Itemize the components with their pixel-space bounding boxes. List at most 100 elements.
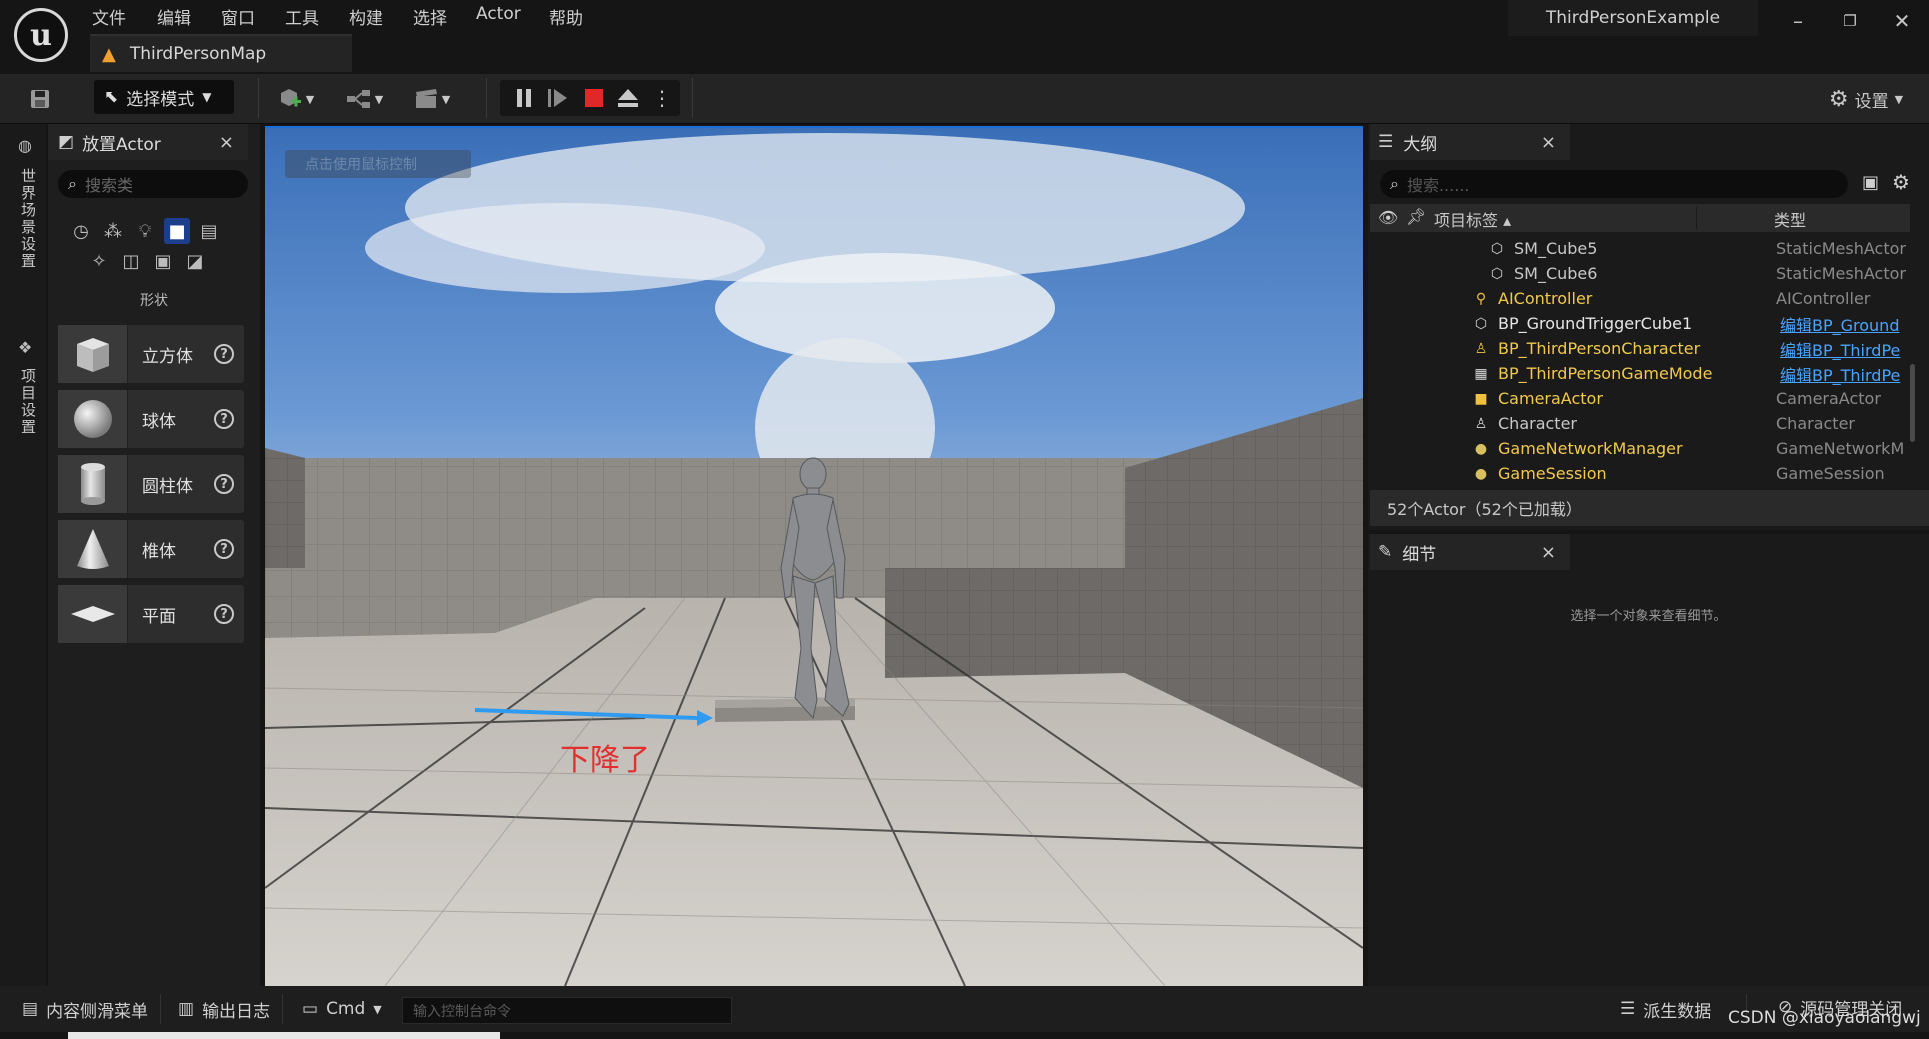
geometry-icon[interactable]: ◪ — [182, 248, 208, 274]
outliner-tab[interactable]: ☰ 大纲 × — [1370, 124, 1570, 160]
help-icon[interactable]: ? — [214, 474, 234, 494]
row-name: CameraActor — [1498, 389, 1603, 408]
outliner-row[interactable]: ● GameSession GameSession — [1370, 461, 1910, 486]
edit-blueprint-link[interactable]: 编辑BP_Ground — [1780, 312, 1899, 336]
outliner-row[interactable]: ♙ BP_ThirdPersonCharacter 编辑BP_ThirdPe — [1370, 336, 1910, 361]
add-actor-button[interactable]: ▼ — [272, 82, 320, 116]
add-folder-icon[interactable]: ▣ — [1862, 172, 1879, 193]
annotation-text: 下降了 — [560, 743, 650, 778]
label-column-header[interactable]: 项目标签 ▴ — [1434, 207, 1511, 231]
world-settings-tab[interactable]: 世界场景设置 — [18, 168, 39, 270]
visual-effects-icon[interactable]: ✧ — [86, 248, 112, 274]
content-drawer-button[interactable]: ▤ 内容侧滑菜单 — [22, 992, 148, 1026]
pencil-icon: ✎ — [1378, 542, 1393, 562]
volumes-icon[interactable]: ◫ — [118, 248, 144, 274]
lights-icon[interactable]: 💡︎ — [132, 218, 158, 244]
cinematics-button[interactable]: ▼ — [408, 82, 456, 116]
pause-icon[interactable] — [510, 84, 538, 112]
menu-build[interactable]: 构建 — [349, 4, 383, 29]
status-divider — [282, 994, 283, 1024]
level-viewport[interactable] — [265, 126, 1363, 986]
stop-icon[interactable] — [580, 84, 608, 112]
outliner-search-placeholder: 搜索...... — [1406, 176, 1470, 195]
menu-select[interactable]: 选择 — [413, 4, 447, 29]
row-name: BP_GroundTriggerCube1 — [1498, 314, 1693, 333]
close-window-icon[interactable]: ✕ — [1884, 6, 1920, 36]
outliner-row[interactable]: ● GameNetworkManager GameNetworkM — [1370, 436, 1910, 461]
outliner-scrollbar[interactable] — [1910, 364, 1915, 442]
shape-item-cone[interactable]: 椎体 ? — [58, 520, 244, 578]
gamemode-icon: ▦ — [1474, 365, 1488, 382]
details-panel — [1368, 534, 1929, 986]
outliner-row[interactable]: ⬡ SM_Cube5 StaticMeshActor — [1370, 236, 1910, 261]
eject-icon[interactable] — [614, 84, 642, 112]
map-tab[interactable]: ▲ ThirdPersonMap — [90, 34, 352, 72]
edit-blueprint-link[interactable]: 编辑BP_ThirdPe — [1780, 362, 1900, 386]
place-actor-tab[interactable]: ◩ 放置Actor × — [48, 124, 248, 160]
controller-icon: ⚲ — [1475, 290, 1487, 307]
shape-item-sphere[interactable]: 球体 ? — [58, 390, 244, 448]
shape-label: 椎体 — [142, 541, 176, 562]
help-icon[interactable]: ? — [214, 344, 234, 364]
warning-icon: ▲ — [102, 43, 116, 65]
select-mode-dropdown[interactable]: ⬉ 选择模式 ▼ — [94, 80, 234, 114]
close-icon[interactable]: × — [1541, 542, 1556, 563]
outliner-row[interactable]: ⬡ SM_Cube6 StaticMeshActor — [1370, 261, 1910, 286]
outliner-row[interactable]: ▦ BP_ThirdPersonGameMode 编辑BP_ThirdPe — [1370, 361, 1910, 386]
menu-edit[interactable]: 编辑 — [157, 4, 191, 29]
pin-icon[interactable]: 📌︎ — [1406, 207, 1426, 226]
minimize-icon[interactable]: – — [1780, 6, 1816, 36]
mesh-icon: ⬡ — [1490, 265, 1504, 282]
blueprint-button[interactable]: ▼ — [340, 82, 388, 116]
derived-data-button[interactable]: ☰ 派生数据 — [1620, 992, 1711, 1026]
shape-item-plane[interactable]: 平面 ? — [58, 585, 244, 643]
menu-file[interactable]: 文件 — [92, 4, 126, 29]
outliner-row[interactable]: ⚲ AIController AIController — [1370, 286, 1910, 311]
step-forward-icon[interactable] — [544, 84, 572, 112]
menu-window[interactable]: 窗口 — [221, 4, 255, 29]
row-type: StaticMeshActor — [1776, 239, 1906, 258]
close-icon[interactable]: × — [1541, 132, 1556, 153]
recent-icon[interactable]: ◷ — [68, 218, 94, 244]
menu-tools[interactable]: 工具 — [285, 4, 319, 29]
outliner-row[interactable]: ⬡ BP_GroundTriggerCube1 编辑BP_Ground — [1370, 311, 1910, 336]
select-mode-icon: ⬉ — [104, 87, 119, 107]
console-command-input[interactable]: 输入控制台命令 — [402, 997, 732, 1024]
help-icon[interactable]: ? — [214, 409, 234, 429]
cmd-dropdown[interactable]: ▭ Cmd ▼ — [302, 992, 382, 1026]
restore-icon[interactable]: ❐ — [1832, 6, 1868, 36]
outliner-row[interactable]: ♙ Character Character — [1370, 411, 1910, 436]
output-log-button[interactable]: ▥ 输出日志 — [178, 992, 270, 1026]
settings-button[interactable]: ⚙ 设置 ▼ — [1818, 82, 1914, 116]
row-name: Character — [1498, 414, 1577, 433]
menu-help[interactable]: 帮助 — [549, 4, 583, 29]
content-drawer-icon: ▤ — [22, 999, 39, 1019]
gear-icon[interactable]: ⚙ — [1892, 170, 1910, 194]
shape-item-cube[interactable]: 立方体 ? — [58, 325, 244, 383]
details-tab[interactable]: ✎ 细节 × — [1370, 534, 1570, 570]
shapes-icon[interactable]: ■ — [164, 218, 190, 244]
outliner-search-input[interactable]: ⌕ 搜索...... — [1380, 170, 1848, 198]
basic-icon[interactable]: ⁂ — [100, 218, 126, 244]
save-icon[interactable] — [24, 82, 56, 116]
plane-icon — [58, 585, 128, 643]
unreal-logo-icon[interactable]: u — [14, 8, 68, 62]
edit-blueprint-link[interactable]: 编辑BP_ThirdPe — [1780, 337, 1900, 361]
help-icon[interactable]: ? — [214, 539, 234, 559]
type-column-header[interactable]: 类型 — [1774, 207, 1806, 231]
outliner-row[interactable]: ■ CameraActor CameraActor — [1370, 386, 1910, 411]
row-name: GameNetworkManager — [1498, 439, 1683, 458]
mesh-icon: ⬡ — [1490, 240, 1504, 257]
menu-actor[interactable]: Actor — [476, 4, 521, 24]
more-options-icon[interactable]: ⋮ — [648, 84, 676, 112]
project-settings-tab[interactable]: 项目设置 — [18, 368, 39, 436]
cinematic-icon[interactable]: ▤ — [196, 218, 222, 244]
help-icon[interactable]: ? — [214, 604, 234, 624]
chevron-down-icon: ▼ — [202, 90, 212, 104]
close-icon[interactable]: × — [219, 132, 234, 153]
shape-item-cylinder[interactable]: 圆柱体 ? — [58, 455, 244, 513]
visibility-icon[interactable]: 👁︎ — [1378, 208, 1398, 227]
class-search-input[interactable]: ⌕ 搜索类 — [58, 170, 248, 198]
chevron-down-icon: ▼ — [305, 92, 315, 106]
all-classes-icon[interactable]: ▣ — [150, 248, 176, 274]
